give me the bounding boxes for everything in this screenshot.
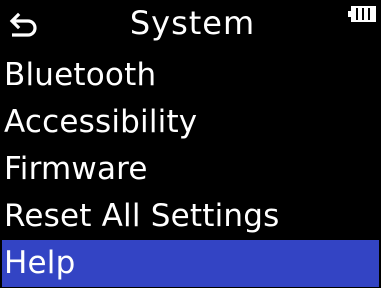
menu-item-bluetooth[interactable]: Bluetooth (0, 52, 381, 99)
menu-item-accessibility[interactable]: Accessibility (0, 99, 381, 146)
menu-item-help[interactable]: Help (2, 240, 379, 287)
device-screen: System Bluetooth Accessibility Firmware … (0, 0, 381, 288)
menu-item-reset-all-settings[interactable]: Reset All Settings (0, 193, 381, 240)
battery-icon (348, 6, 376, 22)
settings-menu: Bluetooth Accessibility Firmware Reset A… (0, 52, 381, 287)
menu-item-firmware[interactable]: Firmware (0, 146, 381, 193)
header-bar: System (0, 0, 381, 52)
page-title: System (0, 3, 381, 43)
page-title-text: System (129, 4, 256, 42)
